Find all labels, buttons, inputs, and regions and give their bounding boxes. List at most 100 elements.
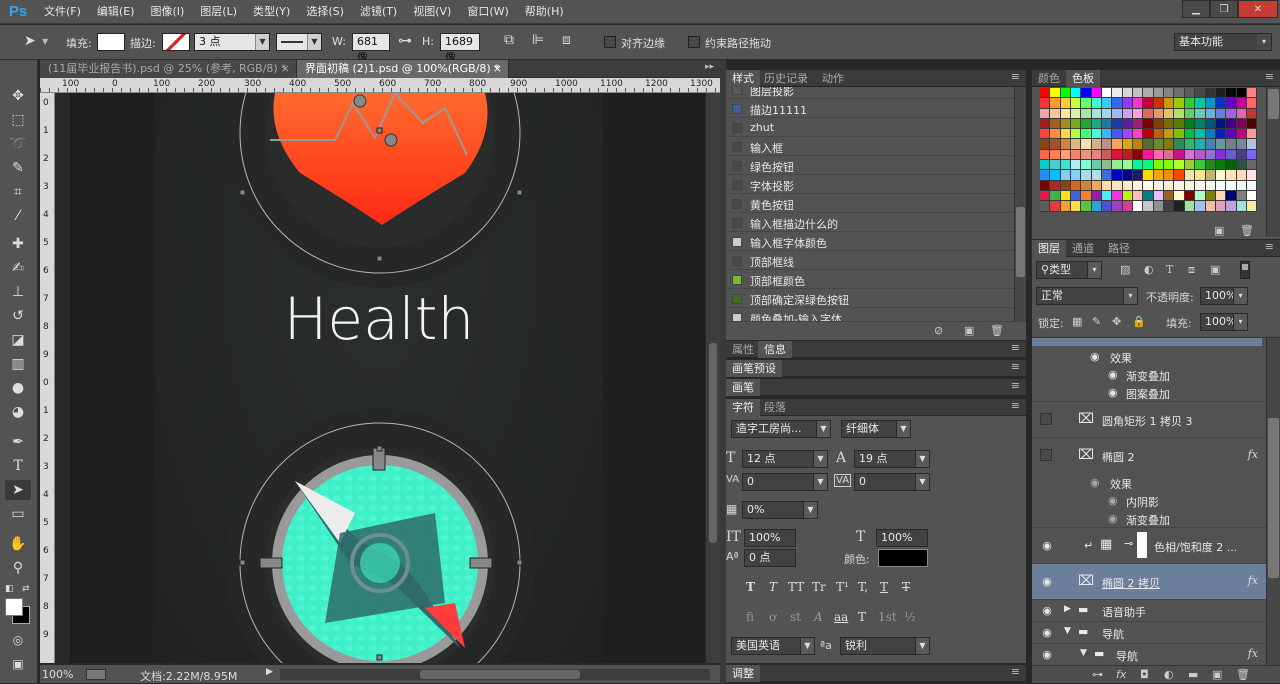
- canvas-hscroll-thumb[interactable]: [420, 670, 580, 679]
- color-swatch[interactable]: [1215, 108, 1227, 119]
- document-canvas[interactable]: Health: [55, 93, 720, 663]
- color-swatch[interactable]: [1122, 149, 1134, 161]
- brush-tool-icon[interactable]: ✍: [5, 258, 31, 278]
- discretionary-ligature-icon[interactable]: ơ: [769, 610, 776, 624]
- color-swatch[interactable]: [1236, 170, 1247, 181]
- color-swatch[interactable]: [1071, 118, 1082, 130]
- color-swatch[interactable]: [1060, 108, 1072, 119]
- gradient-tool-icon[interactable]: ▥: [5, 354, 31, 374]
- color-swatch[interactable]: [1081, 98, 1092, 109]
- color-swatch[interactable]: [1081, 118, 1092, 130]
- color-swatch[interactable]: [1112, 160, 1123, 171]
- color-swatch[interactable]: [1195, 129, 1206, 140]
- new-group-icon[interactable]: ▬: [1188, 668, 1198, 681]
- canvas-scroll-thumb[interactable]: [709, 343, 717, 543]
- color-swatch[interactable]: [1215, 180, 1227, 191]
- eye-icon[interactable]: ◉: [1040, 626, 1054, 639]
- vertical-scale-input[interactable]: 100%: [744, 529, 796, 547]
- color-swatch[interactable]: [1040, 170, 1051, 181]
- color-swatch[interactable]: [1215, 118, 1227, 130]
- language-dropdown[interactable]: 美国英语 ▼: [731, 637, 815, 655]
- color-swatch[interactable]: [1102, 149, 1113, 161]
- eye-icon[interactable]: ◉: [1040, 539, 1054, 552]
- add-mask-icon[interactable]: ◘: [1140, 668, 1149, 681]
- color-swatch[interactable]: [1164, 88, 1175, 99]
- pen-tool-icon[interactable]: ✒: [5, 432, 31, 452]
- styles-scrollbar[interactable]: [1014, 87, 1026, 323]
- color-swatch[interactable]: [1122, 160, 1134, 171]
- antialias-dropdown[interactable]: 锐利 ▼: [840, 637, 930, 655]
- color-swatch[interactable]: [1112, 118, 1123, 130]
- color-swatch[interactable]: [1153, 170, 1165, 181]
- eye-icon[interactable]: ◉: [1040, 648, 1054, 661]
- color-swatch[interactable]: [1143, 190, 1154, 202]
- color-swatch[interactable]: [1195, 88, 1206, 99]
- color-swatch[interactable]: [1236, 108, 1247, 119]
- all-caps-icon[interactable]: TT: [788, 580, 804, 594]
- color-swatch[interactable]: [1122, 190, 1134, 202]
- new-style-icon[interactable]: ▣: [964, 324, 974, 337]
- color-swatch[interactable]: [1153, 118, 1165, 130]
- menu-layer[interactable]: 图层(L): [192, 0, 245, 24]
- color-swatch[interactable]: [1133, 118, 1144, 130]
- color-swatch[interactable]: [1102, 118, 1113, 130]
- doc-tab-interface[interactable]: 界面初稿 (2)1.psd @ 100%(RGB/8) * ×: [297, 60, 509, 78]
- color-swatch[interactable]: [1071, 108, 1082, 119]
- color-swatch[interactable]: [1112, 170, 1123, 181]
- color-swatch[interactable]: [1143, 129, 1154, 140]
- color-swatch[interactable]: [1164, 201, 1175, 212]
- color-swatch[interactable]: [1143, 108, 1154, 119]
- lock-position-icon[interactable]: ✥: [1112, 315, 1121, 328]
- panel-menu-icon[interactable]: ≡: [1011, 341, 1020, 354]
- layer-effect-row[interactable]: ◉ 内阴影: [1032, 492, 1272, 510]
- tab-adjustments[interactable]: 调整: [726, 665, 760, 682]
- new-adjustment-icon[interactable]: ◐: [1164, 668, 1174, 681]
- height-input[interactable]: 1689 像: [440, 33, 480, 64]
- stroke-swatch[interactable]: [162, 33, 190, 51]
- color-swatch[interactable]: [1143, 149, 1154, 161]
- tsume-input[interactable]: 0% ▼: [742, 501, 818, 519]
- panel-menu-icon[interactable]: ≡: [1011, 399, 1020, 412]
- style-item[interactable]: 顶部框颜色: [726, 271, 1016, 289]
- color-swatch[interactable]: [1236, 88, 1247, 99]
- rectangle-tool-icon[interactable]: ▭: [5, 504, 31, 524]
- color-swatch[interactable]: [1091, 201, 1103, 212]
- ligature-icon[interactable]: fi: [746, 610, 754, 624]
- swatches-scroll-thumb[interactable]: [1268, 89, 1279, 119]
- color-swatch[interactable]: [1246, 88, 1258, 99]
- tab-channels[interactable]: 通道: [1066, 240, 1100, 257]
- color-swatch[interactable]: [1060, 160, 1072, 171]
- healing-tool-icon[interactable]: ✚: [5, 234, 31, 254]
- tab-brush[interactable]: 画笔: [726, 379, 760, 396]
- layers-scroll-thumb[interactable]: [1268, 418, 1279, 578]
- color-swatch[interactable]: [1060, 98, 1072, 109]
- color-swatch[interactable]: [1122, 98, 1134, 109]
- color-swatch[interactable]: [1071, 139, 1082, 150]
- color-swatch[interactable]: [1060, 149, 1072, 161]
- color-swatch[interactable]: [1236, 139, 1247, 150]
- new-swatch-icon[interactable]: ▣: [1214, 224, 1224, 237]
- fx-icon[interactable]: fx: [1248, 647, 1258, 660]
- menu-image[interactable]: 图像(I): [142, 0, 192, 24]
- color-swatch[interactable]: [1174, 108, 1185, 119]
- color-swatch[interactable]: [1164, 180, 1175, 191]
- tab-color[interactable]: 颜色: [1032, 70, 1066, 87]
- status-menu-arrow-icon[interactable]: ▶: [266, 667, 273, 677]
- color-swatch[interactable]: [1060, 118, 1072, 130]
- color-swatch[interactable]: [1205, 108, 1216, 119]
- color-swatch[interactable]: [1133, 201, 1144, 212]
- color-swatch[interactable]: [1050, 129, 1061, 140]
- color-swatch[interactable]: [1143, 98, 1154, 109]
- color-swatch[interactable]: [1226, 129, 1237, 140]
- eye-icon[interactable]: ◉: [1040, 575, 1054, 588]
- color-swatch[interactable]: [1246, 201, 1258, 212]
- quick-mask-icon[interactable]: ◎: [5, 630, 31, 650]
- color-swatch[interactable]: [1215, 88, 1227, 99]
- color-swatch[interactable]: [1174, 170, 1185, 181]
- close-button[interactable]: ✕: [1238, 0, 1278, 18]
- hand-tool-icon[interactable]: ✋: [5, 534, 31, 554]
- color-swatch[interactable]: [1112, 108, 1123, 119]
- color-swatch[interactable]: [1102, 139, 1113, 150]
- color-swatch[interactable]: [1050, 98, 1061, 109]
- style-item[interactable]: 黄色按钮: [726, 195, 1016, 213]
